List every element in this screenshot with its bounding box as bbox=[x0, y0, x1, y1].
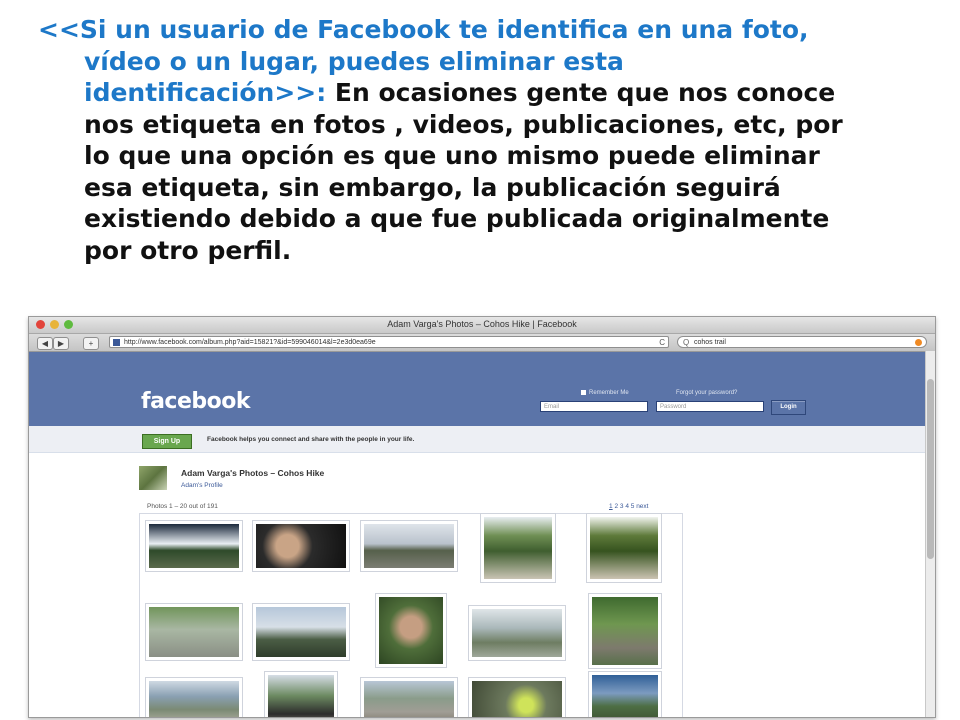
photo-thumbnail[interactable] bbox=[586, 513, 662, 583]
quote-text: <<Si un usuario de Facebook te identific… bbox=[38, 15, 809, 44]
vertical-scrollbar[interactable] bbox=[925, 351, 935, 717]
page-link[interactable]: 4 bbox=[625, 503, 629, 510]
text-line-8: por otro perfil. bbox=[84, 235, 292, 265]
window-title: Adam Varga's Photos – Cohos Hike | Faceb… bbox=[387, 319, 577, 329]
signup-tagline: Facebook helps you connect and share wit… bbox=[207, 436, 415, 443]
photo-thumbnail[interactable] bbox=[375, 593, 447, 668]
text-line-3: identificación>>: En ocasiones gente que… bbox=[38, 77, 928, 109]
page-link[interactable]: 2 bbox=[614, 503, 618, 510]
text-line-7: existiendo debido a que fue publicada or… bbox=[84, 204, 830, 233]
album-cover-thumbnail[interactable] bbox=[139, 466, 167, 490]
back-button[interactable]: ◀ bbox=[37, 337, 53, 350]
add-bookmark-button[interactable]: + bbox=[83, 337, 99, 350]
text-line-1: <<Si un usuario de Facebook te identific… bbox=[38, 14, 928, 46]
page-link[interactable]: 1 bbox=[609, 503, 613, 510]
photo-thumbnail[interactable] bbox=[468, 677, 566, 717]
browser-window: Adam Varga's Photos – Cohos Hike | Faceb… bbox=[28, 316, 936, 718]
signup-button[interactable]: Sign Up bbox=[142, 434, 192, 449]
email-field[interactable]: Email bbox=[540, 401, 648, 412]
pagination: 1 2 3 4 5 next bbox=[609, 503, 648, 510]
next-page-link[interactable]: next bbox=[636, 503, 648, 510]
body-text: En ocasiones gente que nos conoce bbox=[326, 78, 836, 107]
browser-toolbar: ◀ ▶ + http://www.facebook.com/album.php?… bbox=[29, 334, 935, 352]
text-line-5: lo que una opción es que uno mismo puede… bbox=[84, 141, 820, 170]
album-title: Adam Varga's Photos – Cohos Hike bbox=[181, 468, 325, 478]
photo-thumbnail[interactable] bbox=[145, 677, 243, 717]
facebook-logo[interactable]: facebook bbox=[141, 389, 251, 414]
remember-me-label: Remember Me bbox=[589, 390, 629, 397]
quote-text: vídeo o un lugar, puedes eliminar esta bbox=[84, 46, 624, 76]
search-value: cohos trail bbox=[694, 339, 726, 346]
favicon-icon bbox=[113, 339, 120, 346]
signup-bar: Sign Up Facebook helps you connect and s… bbox=[29, 426, 935, 453]
window-titlebar: Adam Varga's Photos – Cohos Hike | Faceb… bbox=[29, 317, 935, 334]
quote-text: identificación>>: bbox=[84, 78, 327, 107]
photo-thumbnail[interactable] bbox=[588, 593, 662, 669]
page-link[interactable]: 3 bbox=[620, 503, 624, 510]
text-line-4: nos etiqueta en fotos , videos, publicac… bbox=[84, 109, 843, 139]
album-content: Adam Varga's Photos – Cohos Hike Adam's … bbox=[29, 453, 935, 717]
search-icon: Q bbox=[683, 338, 690, 347]
photo-thumbnail[interactable] bbox=[588, 671, 662, 717]
password-field[interactable]: Password bbox=[656, 401, 764, 412]
page-link[interactable]: 5 bbox=[631, 503, 635, 510]
photo-thumbnail[interactable] bbox=[360, 520, 458, 572]
facebook-header: facebook Remember Me Forgot your passwor… bbox=[29, 352, 935, 426]
reload-icon[interactable]: C bbox=[659, 337, 665, 347]
photo-thumbnail[interactable] bbox=[252, 603, 350, 661]
profile-link[interactable]: Adam's Profile bbox=[181, 482, 223, 489]
remember-me[interactable]: Remember Me bbox=[581, 390, 629, 396]
search-input[interactable]: Q cohos trail bbox=[677, 336, 927, 348]
photo-thumbnail[interactable] bbox=[252, 520, 350, 572]
remember-me-checkbox[interactable] bbox=[581, 390, 586, 395]
text-line-6: esa etiqueta, sin embargo, la publicació… bbox=[84, 172, 781, 202]
url-text: http://www.facebook.com/album.php?aid=15… bbox=[124, 339, 376, 346]
forward-button[interactable]: ▶ bbox=[53, 337, 69, 350]
photo-thumbnail[interactable] bbox=[360, 677, 458, 717]
clear-search-icon[interactable] bbox=[915, 339, 922, 346]
photo-thumbnail[interactable] bbox=[468, 605, 566, 661]
photo-thumbnail[interactable] bbox=[145, 603, 243, 661]
address-bar[interactable]: http://www.facebook.com/album.php?aid=15… bbox=[109, 336, 669, 348]
photos-count: Photos 1 – 20 out of 191 bbox=[147, 503, 218, 510]
login-button[interactable]: Login bbox=[771, 400, 806, 415]
slide-text: <<Si un usuario de Facebook te identific… bbox=[38, 14, 928, 266]
scrollbar-thumb[interactable] bbox=[927, 379, 934, 559]
photo-thumbnail[interactable] bbox=[480, 513, 556, 583]
photo-thumbnail[interactable] bbox=[145, 520, 243, 572]
forgot-password-link[interactable]: Forgot your password? bbox=[676, 390, 737, 396]
photo-thumbnail[interactable] bbox=[264, 671, 338, 717]
text-line-2: vídeo o un lugar, puedes eliminar esta bbox=[38, 46, 928, 78]
